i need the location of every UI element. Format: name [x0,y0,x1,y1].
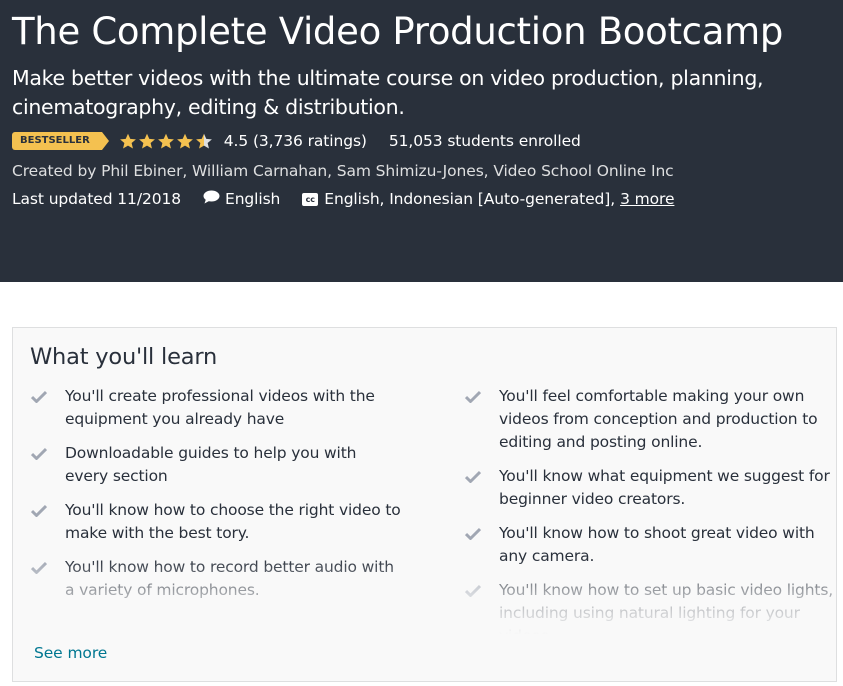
closed-captions-icon: cc [302,192,319,206]
course-title: The Complete Video Production Bootcamp [12,10,784,53]
learn-item: You'll know what equipment we suggest fo… [464,465,835,511]
learn-item: You'll create professional videos with t… [30,385,401,431]
star-full-icon [138,133,156,150]
learn-item-text: You'll know how to shoot great video wit… [499,524,815,565]
learn-item-text: Downloadable guides to help you with eve… [65,444,357,485]
learn-item-text: You'll know how to set up basic video li… [499,581,834,645]
course-language: English [203,190,280,208]
course-hero: The Complete Video Production Bootcamp M… [0,0,843,282]
meta-row: Last updated 11/2018 English cc English,… [12,188,675,210]
what-youll-learn-card: What you'll learn You'll create professi… [12,327,837,682]
learn-item-text: You'll know what equipment we suggest fo… [499,467,830,508]
star-full-icon [176,133,194,150]
learn-item-text: You'll feel comfortable making your own … [499,387,818,451]
enrolled-count: 51,053 students enrolled [388,132,581,150]
checkmark-icon [30,556,65,578]
captions-more-link[interactable]: 3 more [620,190,674,208]
learn-item-text: You'll know how to record better audio w… [65,558,394,599]
checkmark-icon [30,442,65,464]
checkmark-icon [464,522,499,544]
checkmark-icon [30,499,65,521]
course-subtitle: Make better videos with the ultimate cou… [12,66,764,119]
see-more-link[interactable]: See more [34,644,107,662]
rating-row: BESTSELLER 4.5 (3,736 ratings) 51,053 st… [12,130,581,152]
learn-item-text: You'll know how to choose the right vide… [65,501,401,542]
checkmark-icon [464,385,499,407]
learn-item: You'll know how to set up basic video li… [464,579,835,648]
rating-text[interactable]: 4.5 (3,736 ratings) [224,132,367,150]
checkmark-icon [464,579,499,601]
learn-item: You'll know how to record better audio w… [30,556,401,602]
learn-column-right: You'll feel comfortable making your own … [464,385,835,659]
speech-bubble-icon [203,190,220,208]
learn-item: You'll know how to choose the right vide… [30,499,401,545]
learn-item-text: You'll create professional videos with t… [65,387,375,428]
star-half-icon [195,133,213,150]
learn-column-left: You'll create professional videos with t… [30,385,401,613]
learn-item: Downloadable guides to help you with eve… [30,442,401,488]
star-full-icon [119,133,137,150]
learn-item: You'll feel comfortable making your own … [464,385,835,454]
checkmark-icon [30,385,65,407]
learn-item: You'll know how to shoot great video wit… [464,522,835,568]
language-label: English [225,190,281,208]
last-updated: Last updated 11/2018 [12,190,181,208]
created-by[interactable]: Created by Phil Ebiner, William Carnahan… [12,160,674,182]
captions-label: English, Indonesian [Auto-generated], [324,190,616,208]
star-rating[interactable] [119,133,214,150]
star-full-icon [157,133,175,150]
checkmark-icon [464,465,499,487]
bestseller-badge: BESTSELLER [12,132,109,150]
course-captions: cc English, Indonesian [Auto-generated],… [302,190,675,208]
learn-heading: What you'll learn [30,344,218,370]
